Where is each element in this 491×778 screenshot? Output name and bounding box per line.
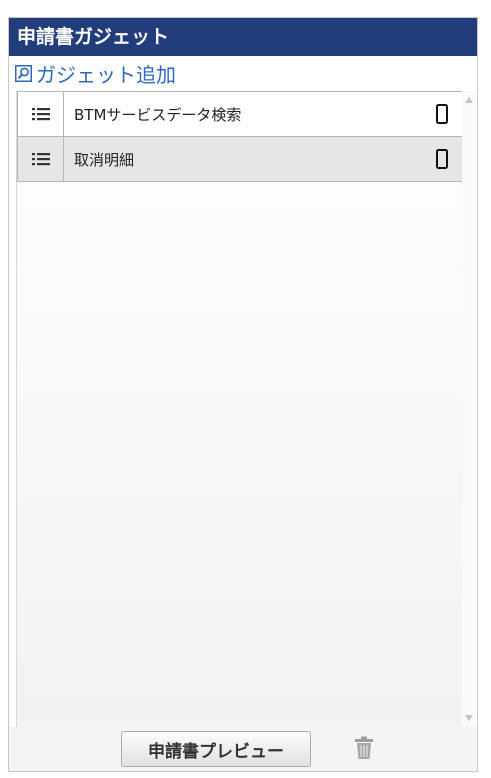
mobile-toggle[interactable] bbox=[422, 137, 462, 181]
add-gadget-link[interactable]: ガジェット追加 bbox=[15, 60, 176, 87]
drag-handle[interactable] bbox=[18, 92, 64, 136]
smartphone-icon bbox=[436, 149, 448, 169]
preview-button[interactable]: 申請書プレビュー bbox=[121, 731, 311, 767]
add-gadget-label: ガジェット追加 bbox=[36, 62, 176, 87]
list-icon bbox=[31, 108, 50, 121]
trash-icon[interactable] bbox=[354, 736, 374, 760]
gadget-list: BTMサービスデータ検索 取消明細 bbox=[16, 91, 463, 727]
list-icon bbox=[31, 153, 50, 166]
mobile-toggle[interactable] bbox=[422, 92, 462, 136]
panel-title: 申請書ガジェット bbox=[9, 18, 477, 56]
scrollbar[interactable] bbox=[462, 91, 476, 727]
gadget-panel: 申請書ガジェット ガジェット追加 BTMサービスデータ検索 取消明細 申請書プレ… bbox=[8, 17, 478, 772]
gadget-label: 取消明細 bbox=[74, 150, 135, 169]
gadget-row[interactable]: BTMサービスデータ検索 bbox=[17, 91, 463, 137]
panel-footer: 申請書プレビュー bbox=[9, 727, 477, 771]
scroll-up-icon[interactable] bbox=[464, 95, 474, 105]
smartphone-icon bbox=[436, 104, 448, 124]
gadget-label: BTMサービスデータ検索 bbox=[74, 105, 242, 124]
drag-handle[interactable] bbox=[18, 137, 64, 181]
scroll-down-icon[interactable] bbox=[464, 713, 474, 723]
search-icon bbox=[15, 64, 32, 82]
gadget-row[interactable]: 取消明細 bbox=[17, 136, 463, 182]
